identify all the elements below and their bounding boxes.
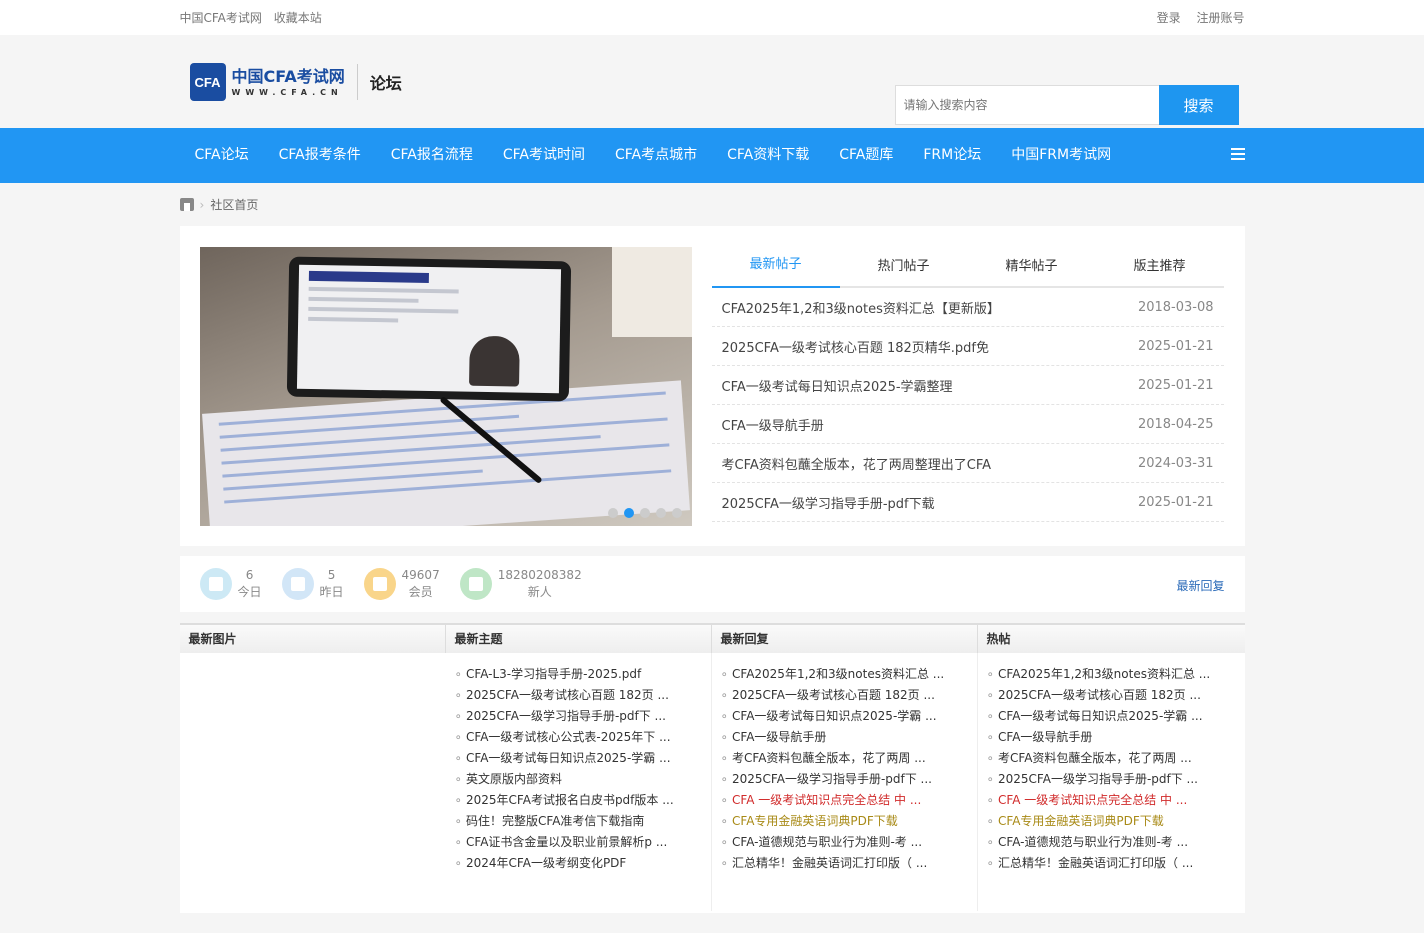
main-nav: CFA论坛 CFA报考条件 CFA报名流程 CFA考试时间 CFA考点城市 CF… <box>0 128 1424 183</box>
list-item[interactable]: 2024年CFA一级考纲变化PDF <box>455 853 711 874</box>
tab-moderator[interactable]: 版主推荐 <box>1096 247 1224 286</box>
list-item[interactable]: CFA2025年1,2和3级notes资料汇总 ... <box>987 664 1244 685</box>
nav-item-question-bank[interactable]: CFA题库 <box>824 128 908 183</box>
list-item[interactable]: CFA一级考试每日知识点2025-学霸 ... <box>721 706 977 727</box>
thread-lists: 最新图片 最新主题 最新回复 热帖 CFA-L3-学习指导手册-2025.pdf… <box>179 623 1245 913</box>
list-item[interactable]: CFA-L3-学习指导手册-2025.pdf <box>455 664 711 685</box>
logo-url: WWW.CFA.CN <box>231 87 343 97</box>
list-item[interactable]: CFA专用金融英语词典PDF下载 <box>987 811 1244 832</box>
site-name-link[interactable]: 中国CFA考试网 <box>180 11 262 25</box>
list-item[interactable]: CFA一级导航手册 <box>987 727 1244 748</box>
nav-item-exam-time[interactable]: CFA考试时间 <box>488 128 600 183</box>
logo-title: 中国CFA考试网 <box>231 66 345 86</box>
list-item[interactable]: 2025年CFA考试报名白皮书pdf版本 ... <box>455 790 711 811</box>
featured-box: 最新帖子 热门帖子 精华帖子 版主推荐 CFA2025年1,2和3级notes资… <box>179 226 1245 546</box>
stat-today: 6 今日 <box>199 567 262 601</box>
list-item[interactable]: 2025CFA一级考试核心百题 182页 ... <box>721 685 977 706</box>
bookmark-link[interactable]: 收藏本站 <box>274 11 322 25</box>
list-header-hot: 热帖 <box>986 632 1011 646</box>
list-item[interactable]: 考CFA资料包蘸全版本，花了两周 ... <box>721 748 977 769</box>
latest-images-column <box>180 653 446 911</box>
thread-row[interactable]: CFA一级考试每日知识点2025-学霸整理 2025-01-21 <box>711 366 1224 405</box>
list-item[interactable]: 2025CFA一级学习指导手册-pdf下 ... <box>455 706 711 727</box>
site-logo[interactable]: CFA 中国CFA考试网 WWW.CFA.CN 论坛 <box>189 63 402 101</box>
list-item[interactable]: CFA2025年1,2和3级notes资料汇总 ... <box>721 664 977 685</box>
tab-hot[interactable]: 热门帖子 <box>840 247 968 286</box>
search-bar: 搜索 <box>894 85 1239 125</box>
nav-item-eligibility[interactable]: CFA报考条件 <box>264 128 376 183</box>
stat-members: 49607 会员 <box>363 567 440 601</box>
list-item[interactable]: CFA一级考试每日知识点2025-学霸 ... <box>987 706 1244 727</box>
thread-tabs: 最新帖子 热门帖子 精华帖子 版主推荐 CFA2025年1,2和3级notes资… <box>711 247 1224 522</box>
list-item[interactable]: CFA一级考试核心公式表-2025年下 ... <box>455 727 711 748</box>
list-header-topics: 最新主题 <box>446 625 712 653</box>
search-input[interactable] <box>894 85 1159 125</box>
thread-row[interactable]: CFA2025年1,2和3级notes资料汇总【更新版】 2018-03-08 <box>711 288 1224 327</box>
logo-divider <box>356 64 358 100</box>
list-item[interactable]: 英文原版内部资料 <box>455 769 711 790</box>
latest-replies-column: CFA2025年1,2和3级notes资料汇总 ...2025CFA一级考试核心… <box>712 653 978 911</box>
list-item[interactable]: 2025CFA一级考试核心百题 182页 ... <box>987 685 1244 706</box>
thread-row[interactable]: 2025CFA一级考试核心百题 182页精华.pdf免 2025-01-21 <box>711 327 1224 366</box>
stat-newest-member: 18280208382 新人 <box>459 567 582 601</box>
list-item[interactable]: 汇总精华！金融英语词汇打印版（ ... <box>721 853 977 874</box>
slider-dot[interactable] <box>671 508 682 518</box>
nav-item-frm-site[interactable]: 中国FRM考试网 <box>996 128 1126 183</box>
latest-reply-link[interactable]: 最新回复 <box>1176 577 1224 594</box>
list-item[interactable]: 考CFA资料包蘸全版本，花了两周 ... <box>987 748 1244 769</box>
list-item[interactable]: 汇总精华！金融英语词汇打印版（ ... <box>987 853 1244 874</box>
list-item[interactable]: 2025CFA一级学习指导手册-pdf下 ... <box>987 769 1244 790</box>
slider-dots <box>602 508 682 518</box>
list-item[interactable]: CFA 一级考试知识点完全总结 中 ... <box>721 790 977 811</box>
slider-dot-active[interactable] <box>623 508 634 518</box>
list-item[interactable]: CFA-道德规范与职业行为准则-考 ... <box>721 832 977 853</box>
list-header-replies: 最新回复 <box>712 625 978 653</box>
list-item[interactable]: CFA专用金融英语词典PDF下载 <box>721 811 977 832</box>
calendar-icon <box>199 568 232 600</box>
featured-slider-image[interactable] <box>199 247 692 526</box>
nav-item-frm-forum[interactable]: FRM论坛 <box>908 128 996 183</box>
breadcrumb-current[interactable]: 社区首页 <box>210 196 258 213</box>
latest-topics-column: CFA-L3-学习指导手册-2025.pdf2025CFA一级考试核心百题 18… <box>446 653 712 911</box>
list-item[interactable]: CFA 一级考试知识点完全总结 中 ... <box>987 790 1244 811</box>
logo-badge: CFA <box>189 63 226 101</box>
breadcrumb: › 社区首页 <box>179 183 1245 226</box>
tab-featured[interactable]: 精华帖子 <box>968 247 1096 286</box>
header: CFA 中国CFA考试网 WWW.CFA.CN 论坛 搜索 <box>0 35 1424 128</box>
login-link[interactable]: 登录 <box>1157 11 1181 25</box>
store-icon <box>363 568 396 600</box>
nav-item-downloads[interactable]: CFA资料下载 <box>712 128 824 183</box>
list-item[interactable]: 2025CFA一级考试核心百题 182页 ... <box>455 685 711 706</box>
nav-item-cfa-forum[interactable]: CFA论坛 <box>180 128 264 183</box>
list-item[interactable]: CFA一级考试每日知识点2025-学霸 ... <box>455 748 711 769</box>
nav-item-exam-cities[interactable]: CFA考点城市 <box>600 128 712 183</box>
slider-dot[interactable] <box>639 508 650 518</box>
list-item[interactable]: 2025CFA一级学习指导手册-pdf下 ... <box>721 769 977 790</box>
bag-icon <box>459 568 492 600</box>
stat-yesterday: 5 昨日 <box>281 567 344 601</box>
thread-row[interactable]: CFA一级导航手册 2018-04-25 <box>711 405 1224 444</box>
top-bar: 中国CFA考试网 收藏本站 登录 注册账号 <box>0 0 1424 35</box>
notebook-icon <box>281 568 314 600</box>
list-item[interactable]: 码住！完整版CFA准考信下载指南 <box>455 811 711 832</box>
nav-item-registration[interactable]: CFA报名流程 <box>376 128 488 183</box>
register-link[interactable]: 注册账号 <box>1196 11 1244 25</box>
list-item[interactable]: CFA证书含金量以及职业前景解析p ... <box>455 832 711 853</box>
thread-row[interactable]: 2025CFA一级学习指导手册-pdf下载 2025-01-21 <box>711 483 1224 522</box>
section-title: 论坛 <box>369 74 402 93</box>
list-item[interactable]: CFA一级导航手册 <box>721 727 977 748</box>
home-icon[interactable] <box>179 198 194 211</box>
slider-dot[interactable] <box>607 508 618 518</box>
list-item[interactable]: CFA-道德规范与职业行为准则-考 ... <box>987 832 1244 853</box>
slider-dot[interactable] <box>655 508 666 518</box>
tab-latest[interactable]: 最新帖子 <box>711 247 840 288</box>
list-header-images: 最新图片 <box>180 625 446 653</box>
forum-stats: 6 今日 5 昨日 49607 会员 18280208382 新人 最新回复 <box>179 556 1245 612</box>
hot-threads-column: CFA2025年1,2和3级notes资料汇总 ...2025CFA一级考试核心… <box>978 653 1244 911</box>
search-button[interactable]: 搜索 <box>1158 85 1239 125</box>
thread-row[interactable]: 考CFA资料包蘸全版本，花了两周整理出了CFA 2024-03-31 <box>711 444 1224 483</box>
list-icon[interactable] <box>1230 148 1245 162</box>
